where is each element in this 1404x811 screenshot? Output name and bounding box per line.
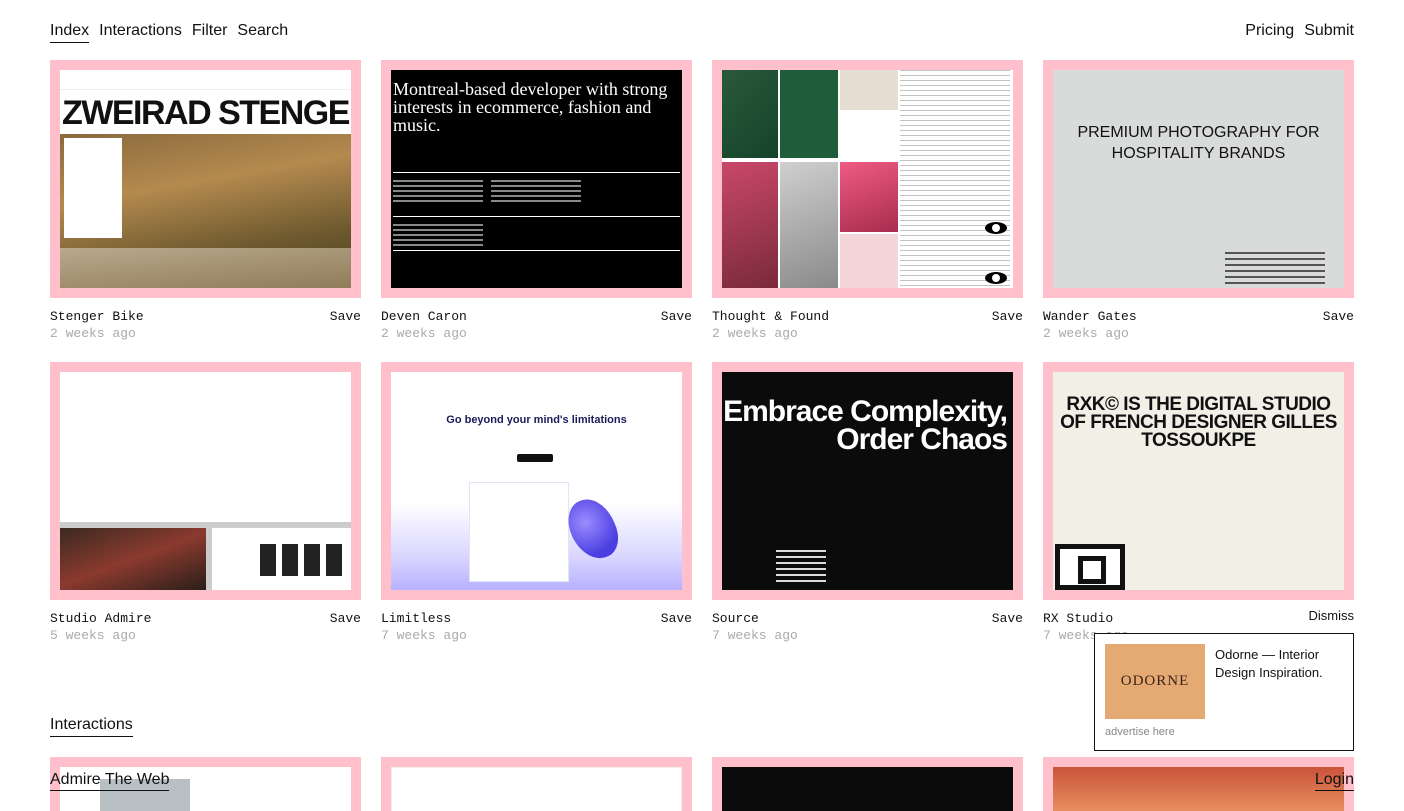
nav-interactions[interactable]: Interactions <box>99 20 182 43</box>
posted-time: 7 weeks ago <box>712 628 798 643</box>
site-card[interactable]: Montreal-based developer with strong int… <box>381 60 692 349</box>
site-card[interactable]: Thought & Found Save 2 weeks ago <box>712 60 1023 349</box>
site-thumbnail[interactable] <box>50 362 361 600</box>
section-title-interactions[interactable]: Interactions <box>50 714 133 737</box>
site-thumbnail[interactable] <box>1043 757 1354 811</box>
site-thumbnail[interactable]: Montreal-based developer with strong int… <box>381 60 692 298</box>
site-name[interactable]: Studio Admire <box>50 611 151 626</box>
site-thumbnail[interactable] <box>381 757 692 811</box>
thumbnail-headline: PREMIUM PHOTOGRAPHY FOR HOSPITALITY BRAN… <box>1077 124 1320 162</box>
secondary-nav: Pricing Submit <box>1245 20 1354 42</box>
site-name[interactable]: Thought & Found <box>712 309 829 324</box>
nav-filter[interactable]: Filter <box>192 20 228 43</box>
primary-nav: Index Interactions Filter Search <box>50 20 288 43</box>
site-thumbnail[interactable]: RXK© IS THE DIGITAL STUDIO OF FRENCH DES… <box>1043 362 1354 600</box>
site-card[interactable]: Go beyond your mind's limitations Limitl… <box>381 362 692 651</box>
footer-brand-link[interactable]: Admire The Web <box>50 770 170 791</box>
site-name[interactable]: Limitless <box>381 611 451 626</box>
site-card[interactable]: Studio Admire Save 5 weeks ago <box>50 362 361 651</box>
site-card[interactable]: Embrace Complexity, Order Chaos Source S… <box>712 362 1023 651</box>
site-name[interactable]: RX Studio <box>1043 611 1113 626</box>
posted-time: 2 weeks ago <box>1043 326 1129 341</box>
site-thumbnail[interactable] <box>712 757 1023 811</box>
save-button[interactable]: Save <box>661 309 692 324</box>
advertisement[interactable]: ODORNE Odorne — Interior Design Inspirat… <box>1094 633 1354 751</box>
save-button[interactable]: Save <box>992 611 1023 626</box>
login-link[interactable]: Login <box>1314 770 1354 791</box>
posted-time: 5 weeks ago <box>50 628 136 643</box>
site-thumbnail[interactable]: Embrace Complexity, Order Chaos <box>712 362 1023 600</box>
save-button[interactable]: Save <box>330 309 361 324</box>
thumbnail-headline: ZWEIRAD STENGER® <box>62 94 351 132</box>
posted-time: 7 weeks ago <box>381 628 467 643</box>
ad-text[interactable]: Odorne — Interior Design Inspiration. <box>1215 646 1345 682</box>
site-name[interactable]: Stenger Bike <box>50 309 144 324</box>
site-name[interactable]: Deven Caron <box>381 309 467 324</box>
dismiss-ad-button[interactable]: Dismiss <box>1308 608 1354 623</box>
advertise-here-link[interactable]: advertise here <box>1105 726 1175 738</box>
save-button[interactable]: Save <box>661 611 692 626</box>
nav-submit[interactable]: Submit <box>1304 20 1354 42</box>
top-navigation: Index Interactions Filter Search Pricing… <box>50 20 1354 44</box>
site-thumbnail[interactable]: Go beyond your mind's limitations <box>381 362 692 600</box>
nav-search[interactable]: Search <box>237 20 288 43</box>
site-card[interactable]: ZWEIRAD STENGER® Stenger Bike Save 2 wee… <box>50 60 361 349</box>
save-button[interactable]: Save <box>992 309 1023 324</box>
posted-time: 2 weeks ago <box>712 326 798 341</box>
site-thumbnail[interactable] <box>712 60 1023 298</box>
site-name[interactable]: Source <box>712 611 759 626</box>
site-card[interactable]: RXK© IS THE DIGITAL STUDIO OF FRENCH DES… <box>1043 362 1354 651</box>
site-card[interactable]: PREMIUM PHOTOGRAPHY FOR HOSPITALITY BRAN… <box>1043 60 1354 349</box>
thumbnail-headline: RXK© IS THE DIGITAL STUDIO OF FRENCH DES… <box>1060 394 1337 451</box>
posted-time: 2 weeks ago <box>50 326 136 341</box>
site-thumbnail[interactable]: ZWEIRAD STENGER® <box>50 60 361 298</box>
save-button[interactable]: Save <box>1323 309 1354 324</box>
nav-pricing[interactable]: Pricing <box>1245 20 1294 42</box>
site-thumbnail[interactable]: PREMIUM PHOTOGRAPHY FOR HOSPITALITY BRAN… <box>1043 60 1354 298</box>
save-button[interactable]: Save <box>330 611 361 626</box>
posted-time: 2 weeks ago <box>381 326 467 341</box>
thumbnail-headline: Embrace Complexity, Order Chaos <box>723 395 1008 456</box>
nav-index[interactable]: Index <box>50 20 90 43</box>
thumbnail-headline: Montreal-based developer with strong int… <box>393 79 668 135</box>
ad-logo[interactable]: ODORNE <box>1105 644 1205 719</box>
site-name[interactable]: Wander Gates <box>1043 309 1137 324</box>
thumbnail-headline: Go beyond your mind's limitations <box>446 414 627 426</box>
